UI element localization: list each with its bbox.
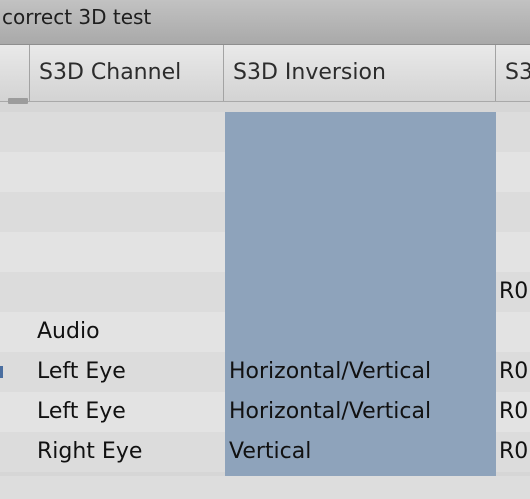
inversion-cell[interactable]: Horizontal/Vertical (229, 392, 431, 432)
window-title: correct 3D test (2, 5, 152, 29)
column-header-s3d-inversion[interactable]: S3D Inversion (224, 45, 496, 101)
s3-cell[interactable]: R0 (499, 392, 528, 432)
column-header-s3d-channel[interactable]: S3D Channel (30, 45, 224, 101)
column-resize-handle[interactable] (8, 98, 28, 104)
channel-cell[interactable]: Left Eye (37, 352, 126, 392)
column-header-s3-partial[interactable]: S3 (496, 45, 530, 101)
column-header-row: S3D Channel S3D Inversion S3 (0, 45, 530, 102)
inversion-cell[interactable]: Horizontal/Vertical (229, 352, 431, 392)
inversion-cell[interactable]: Vertical (229, 432, 311, 472)
s3-cell[interactable]: R0 (499, 432, 528, 472)
channel-cell[interactable]: Right Eye (37, 432, 142, 472)
column-header-blank[interactable] (0, 45, 30, 101)
row-marker (0, 366, 3, 378)
channel-cell[interactable]: Left Eye (37, 392, 126, 432)
window-titlebar: correct 3D test (0, 0, 530, 45)
channel-cell[interactable]: Audio (37, 312, 100, 352)
table-empty-area (0, 476, 530, 499)
s3-cell[interactable]: R0 (499, 272, 528, 312)
s3-cell[interactable]: R0 (499, 352, 528, 392)
